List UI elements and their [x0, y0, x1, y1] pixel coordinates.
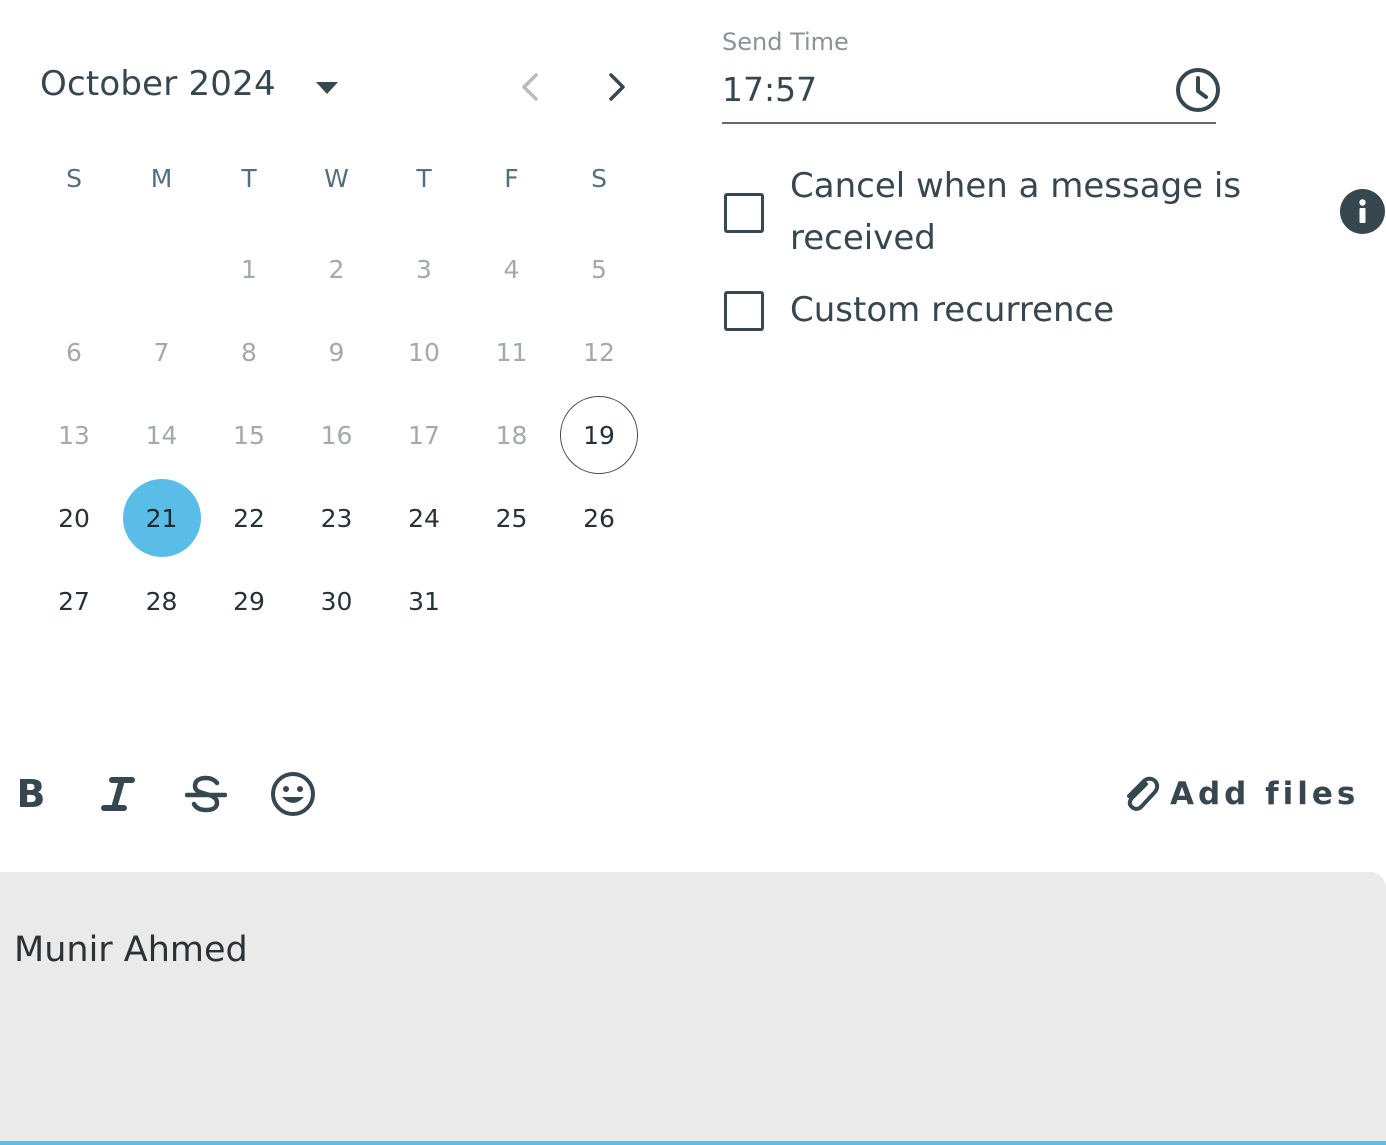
cancel-on-message-label-line1: Cancel when a message is	[790, 166, 1242, 206]
weekday-header: F	[504, 164, 519, 193]
custom-recurrence-checkbox[interactable]	[724, 291, 764, 331]
calendar-day-18: 18	[495, 420, 528, 450]
custom-recurrence-label: Custom recurrence	[790, 290, 1115, 330]
calendar-day-29[interactable]: 29	[210, 562, 288, 640]
calendar-day-12: 12	[583, 337, 615, 367]
send-time-input[interactable]: 17:57	[722, 66, 1216, 124]
paperclip-icon	[1127, 776, 1160, 811]
weekday-header: S	[591, 164, 607, 193]
calendar-day-8: 8	[241, 337, 257, 367]
calendar-day-17: 17	[408, 420, 440, 450]
calendar-day-19[interactable]: 19	[560, 396, 638, 474]
calendar-day-4: 4	[503, 254, 520, 284]
info-icon[interactable]	[1340, 189, 1385, 234]
calendar-day-2: 2	[328, 254, 345, 284]
weekday-header: T	[241, 164, 257, 193]
cancel-on-message-label: Cancel when a message is received	[790, 160, 1241, 264]
weekday-header: W	[324, 164, 349, 193]
calendar-day-1: 1	[241, 254, 257, 284]
weekday-header: T	[416, 164, 432, 193]
add-files-label: Add files	[1170, 776, 1360, 812]
calendar-day-16: 16	[320, 420, 353, 450]
calendar-day-20[interactable]: 20	[35, 479, 113, 557]
chevron-right-icon	[609, 73, 625, 101]
strikethrough-icon	[185, 775, 227, 813]
add-files-button[interactable]: Add files	[1120, 770, 1359, 818]
calendar-day-26[interactable]: 26	[560, 479, 638, 557]
strikethrough-button[interactable]	[182, 770, 230, 818]
calendar-day-27[interactable]: 27	[35, 562, 113, 640]
bold-button[interactable]: B	[7, 770, 55, 818]
calendar-day-30[interactable]: 30	[298, 562, 376, 640]
emoji-icon	[271, 772, 315, 816]
italic-button[interactable]	[94, 770, 142, 818]
bold-icon: B	[16, 772, 46, 816]
calendar-day-3: 3	[416, 254, 432, 284]
calendar-day-23[interactable]: 23	[298, 479, 376, 557]
weekday-header: S	[66, 164, 82, 193]
month-dropdown-caret-icon[interactable]	[316, 82, 338, 94]
clock-icon[interactable]	[1174, 66, 1222, 114]
calendar-day-9: 9	[328, 337, 345, 367]
calendar-day-13: 13	[58, 420, 90, 450]
send-time-label: Send Time	[722, 28, 849, 56]
calendar-day-31[interactable]: 31	[385, 562, 463, 640]
calendar-day-24[interactable]: 24	[385, 479, 463, 557]
message-textarea[interactable]: Munir Ahmed	[0, 872, 1386, 1145]
calendar-day-28[interactable]: 28	[123, 562, 201, 640]
message-text: Munir Ahmed	[14, 930, 248, 970]
cancel-on-message-label-line2: received	[790, 218, 936, 258]
cancel-on-message-checkbox[interactable]	[724, 193, 764, 233]
calendar-day-14: 14	[145, 420, 178, 450]
calendar-day-25[interactable]: 25	[473, 479, 551, 557]
italic-icon	[101, 777, 135, 811]
calendar-day-21[interactable]: 21	[122, 479, 201, 557]
next-month-button[interactable]	[597, 67, 637, 107]
calendar-day-6: 6	[66, 337, 82, 367]
calendar-day-7: 7	[153, 337, 170, 367]
emoji-button[interactable]	[269, 770, 317, 818]
calendar-day-5: 5	[591, 254, 607, 284]
calendar-day-11: 11	[495, 337, 528, 367]
previous-month-button[interactable]	[510, 67, 550, 107]
calendar-day-22[interactable]: 22	[210, 479, 288, 557]
month-year-label: October 2024	[40, 64, 276, 104]
chevron-left-icon	[522, 73, 538, 101]
weekday-header: M	[150, 164, 173, 193]
calendar-day-15: 15	[233, 420, 265, 450]
calendar-day-10: 10	[408, 337, 440, 367]
